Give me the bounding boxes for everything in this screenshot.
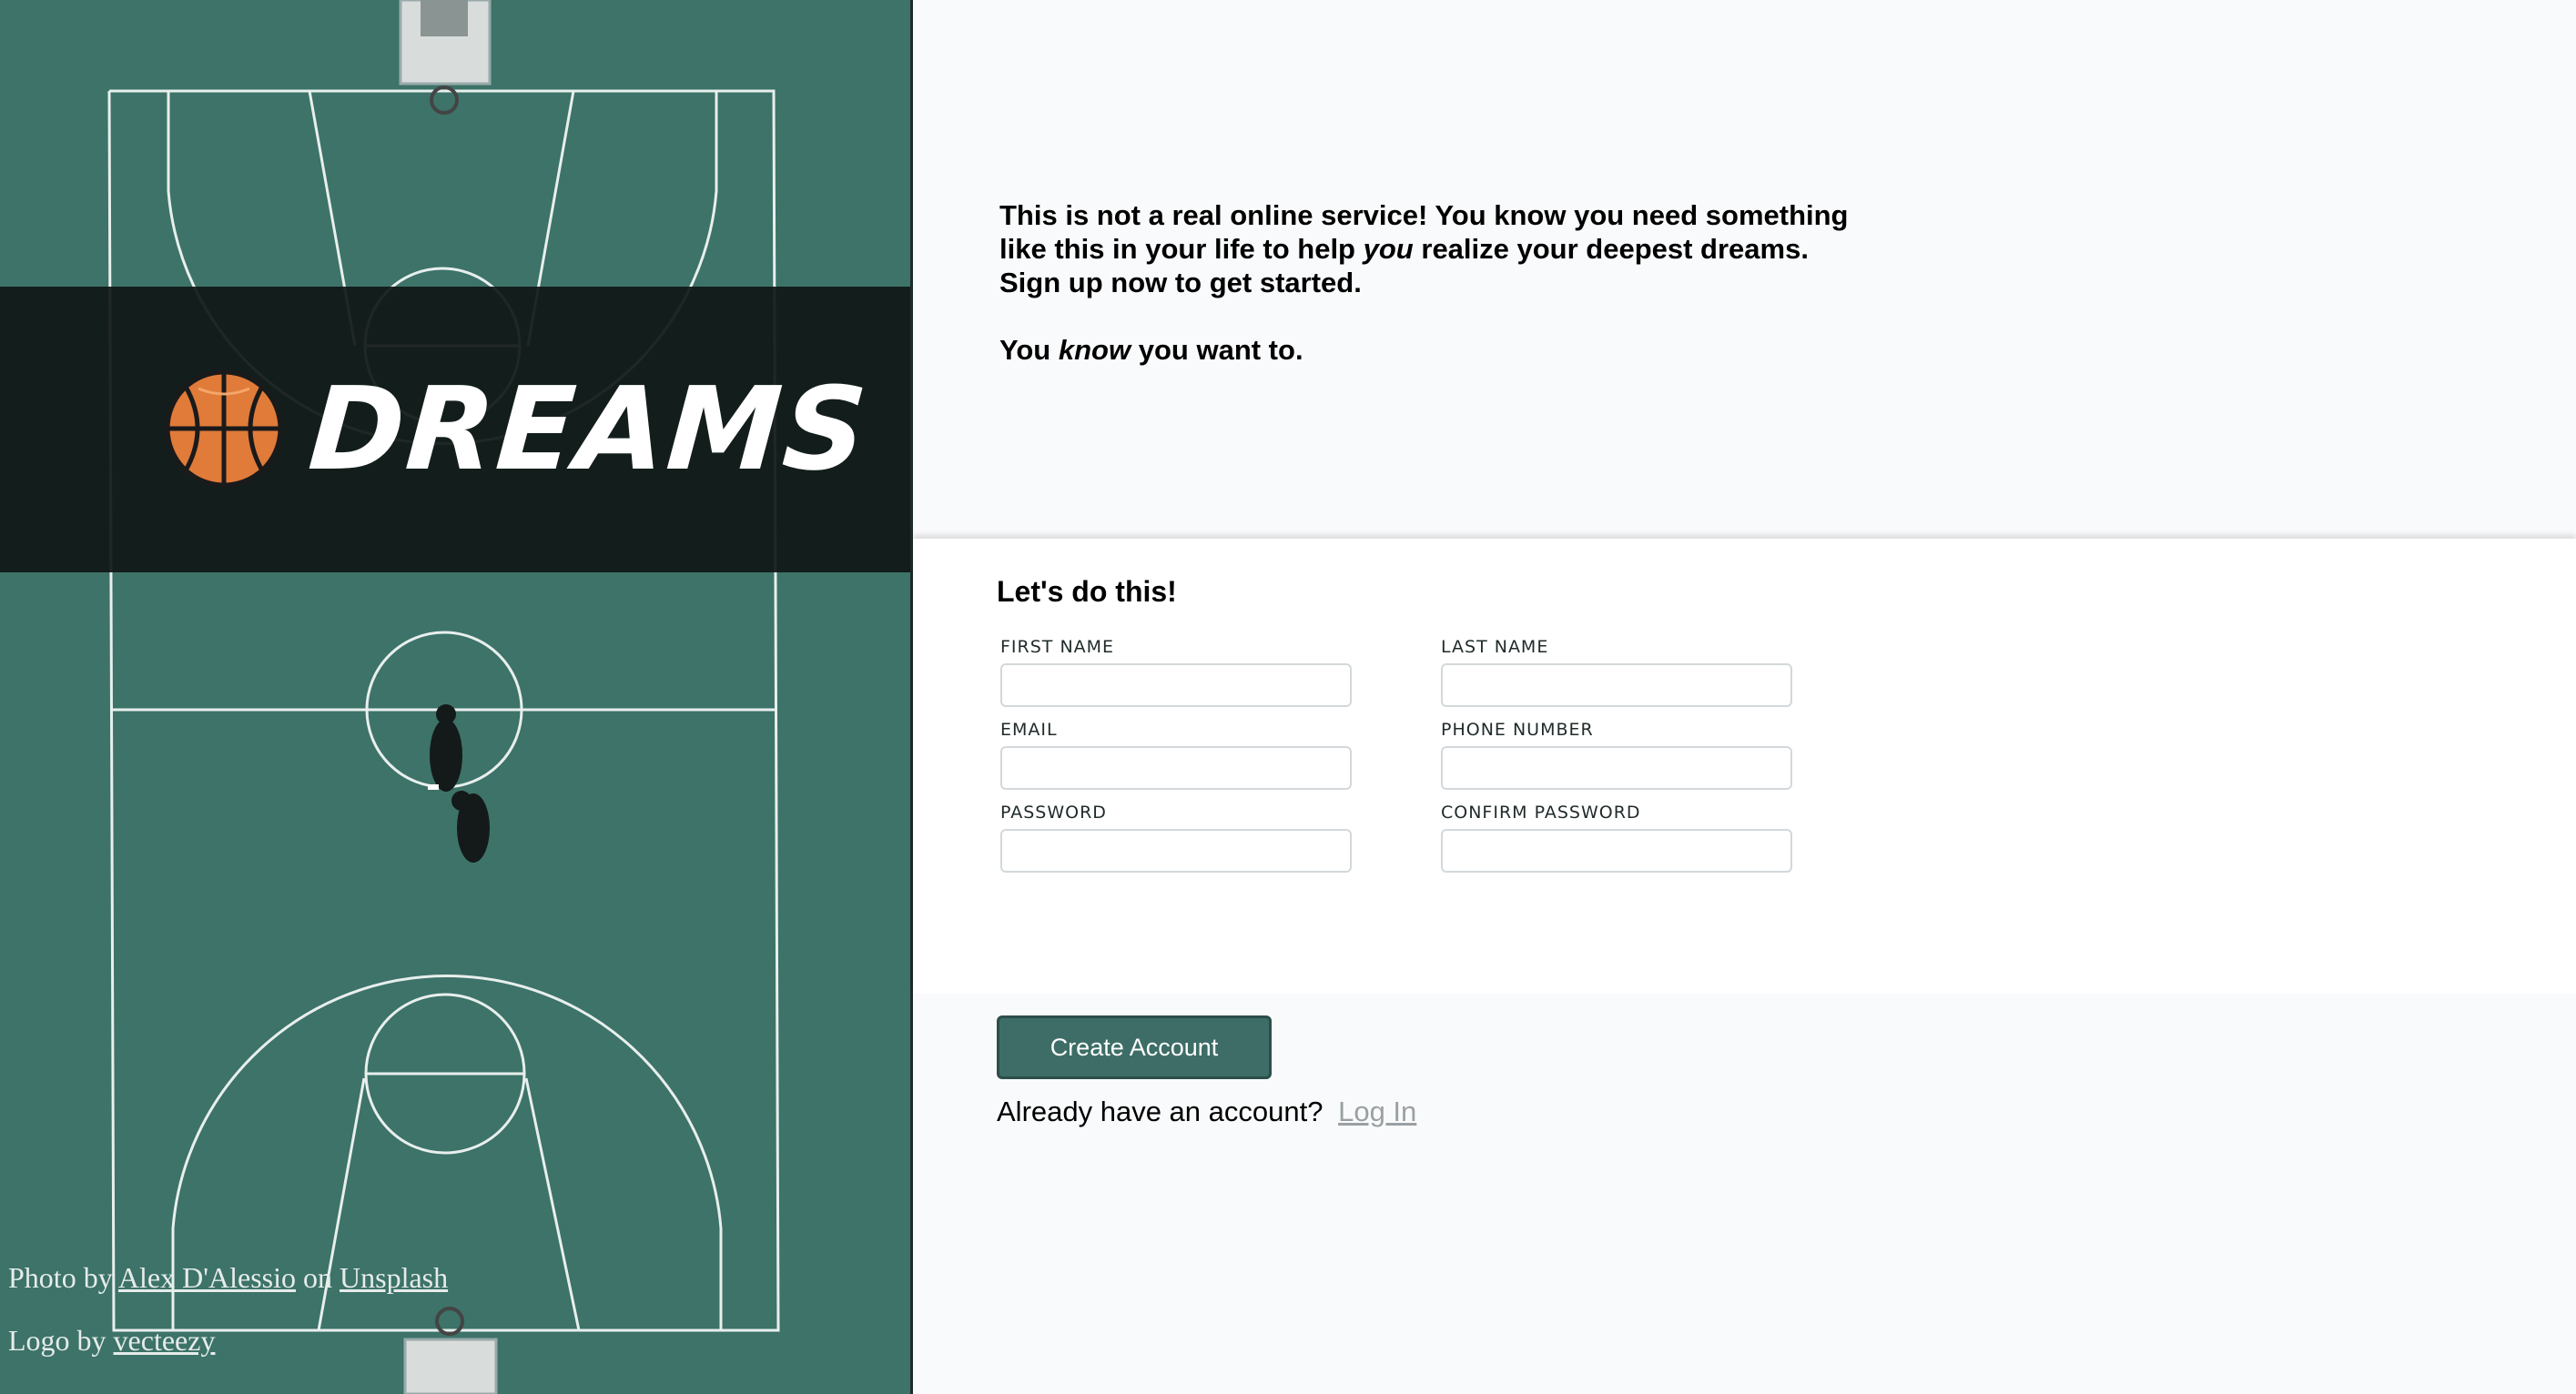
signup-page: DREAMS Photo by Alex D'Alessio on Unspla…	[0, 0, 2576, 1394]
login-prompt-text: Already have an account?	[997, 1096, 1323, 1127]
email-label: EMAIL	[1000, 720, 1058, 740]
login-link[interactable]: Log In	[1338, 1096, 1416, 1127]
password-field[interactable]	[1000, 829, 1352, 873]
logo-wordmark: DREAMS	[304, 362, 873, 496]
first-name-group: FIRST NAME	[1000, 637, 1352, 707]
phone-label: PHONE NUMBER	[1441, 720, 1594, 740]
intro-line-4-end: you want to.	[1138, 334, 1303, 366]
logo-credit-prefix: Logo by	[8, 1324, 106, 1357]
intro-text: This is not a real online service! You k…	[999, 198, 1910, 367]
form-title: Let's do this!	[997, 575, 1177, 608]
intro-line-3: Sign up now to get started.	[999, 267, 1362, 298]
last-name-field[interactable]	[1441, 663, 1792, 707]
phone-field[interactable]	[1441, 746, 1792, 790]
photo-author-link[interactable]: Alex D'Alessio	[118, 1261, 296, 1294]
password-group: PASSWORD	[1000, 803, 1352, 873]
photo-credit-middle: on	[303, 1261, 332, 1294]
intro-line-2-end: realize your deepest dreams.	[1421, 233, 1809, 265]
create-account-button[interactable]: Create Account	[997, 1015, 1272, 1079]
unsplash-link[interactable]: Unsplash	[340, 1261, 448, 1294]
email-field[interactable]	[1000, 746, 1352, 790]
logo-credit: Logo by vecteezy	[8, 1324, 215, 1358]
signup-form: Let's do this! FIRST NAME LAST NAME EMAI…	[913, 539, 2576, 994]
first-name-label: FIRST NAME	[1000, 637, 1115, 657]
vecteezy-link[interactable]: vecteezy	[114, 1324, 216, 1357]
first-name-field[interactable]	[1000, 663, 1352, 707]
intro-line-4: You know you want to.	[999, 333, 1910, 367]
basketball-court-image	[0, 0, 910, 1394]
confirm-password-group: CONFIRM PASSWORD	[1441, 803, 1792, 873]
last-name-group: LAST NAME	[1441, 637, 1792, 707]
password-label: PASSWORD	[1000, 803, 1107, 823]
intro-emphasis-you: you	[1363, 233, 1414, 265]
intro-line-1: This is not a real online service! You k…	[999, 199, 1849, 231]
confirm-password-label: CONFIRM PASSWORD	[1441, 803, 1641, 823]
photo-credit-prefix: Photo by	[8, 1261, 113, 1294]
action-section: Create Account Already have an account? …	[913, 994, 2576, 1394]
hero-panel: DREAMS Photo by Alex D'Alessio on Unspla…	[0, 0, 913, 1394]
photo-credit: Photo by Alex D'Alessio on Unsplash	[8, 1261, 448, 1295]
intro-section: This is not a real online service! You k…	[913, 0, 2576, 539]
intro-emphasis-know: know	[1058, 334, 1131, 366]
email-group: EMAIL	[1000, 720, 1352, 790]
login-prompt: Already have an account? Log In	[997, 1096, 1416, 1128]
confirm-password-field[interactable]	[1441, 829, 1792, 873]
basketball-icon	[165, 369, 283, 488]
phone-group: PHONE NUMBER	[1441, 720, 1792, 790]
intro-line-2: like this in your life to help you reali…	[999, 232, 1910, 266]
last-name-label: LAST NAME	[1441, 637, 1549, 657]
intro-line-4-start: You	[999, 334, 1051, 366]
intro-line-2-start: like this in your life to help	[999, 233, 1355, 265]
